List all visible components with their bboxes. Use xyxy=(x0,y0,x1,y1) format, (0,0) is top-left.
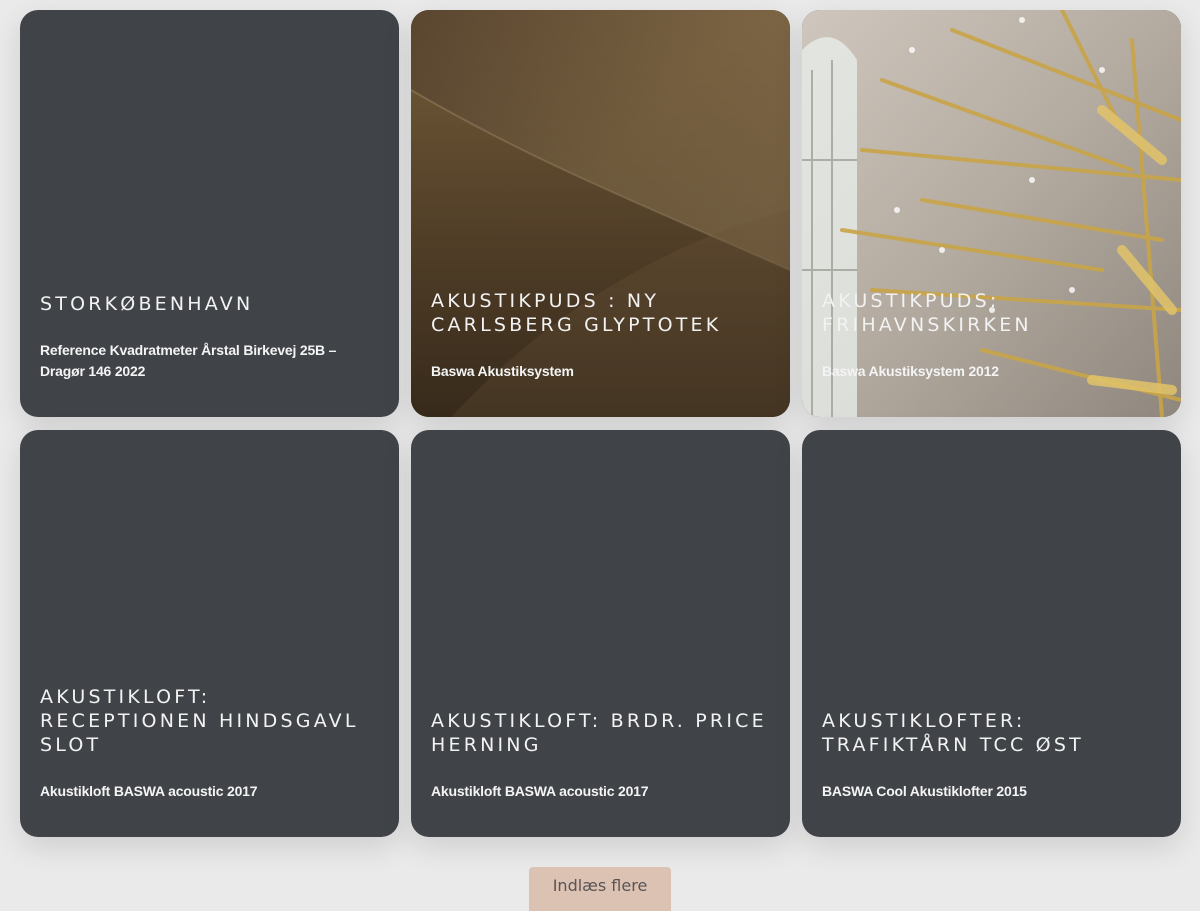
card-subtitle: Baswa Akustiksystem 2012 xyxy=(822,363,999,379)
reference-card[interactable]: Akustikpuds: Frihavnskirken Baswa Akusti… xyxy=(802,10,1181,417)
card-subtitle: BASWA Cool Akustiklofter 2015 xyxy=(822,783,1027,799)
card-content: Akustiklofter: Trafiktårn TCC Øst BASWA … xyxy=(822,709,1161,802)
reference-card[interactable]: Akustikloft: Brdr. Price Herning Akustik… xyxy=(411,430,790,837)
card-title[interactable]: Akustikpuds: Frihavnskirken xyxy=(822,289,1161,337)
card-title[interactable]: Storkøbenhavn xyxy=(40,292,379,316)
card-subtitle: Akustikloft BASWA acoustic 2017 xyxy=(431,783,649,799)
card-subtitle: Reference Kvadratmeter Årstal Birkevej 2… xyxy=(40,342,337,379)
reference-card[interactable]: Storkøbenhavn Reference Kvadratmeter Års… xyxy=(20,10,399,417)
card-title[interactable]: Akustikloft: Receptionen Hindsgavl Slot xyxy=(40,685,379,757)
card-title[interactable]: Akustikpuds : Ny Carlsberg Glyptotek xyxy=(431,289,770,337)
card-content: Akustikloft: Receptionen Hindsgavl Slot … xyxy=(40,685,379,802)
load-more-button[interactable]: Indlæs flere xyxy=(529,867,671,911)
card-content: Akustikloft: Brdr. Price Herning Akustik… xyxy=(431,709,770,802)
card-title[interactable]: Akustiklofter: Trafiktårn TCC Øst xyxy=(822,709,1161,757)
reference-card[interactable]: Akustikpuds : Ny Carlsberg Glyptotek Bas… xyxy=(411,10,790,417)
card-content: Storkøbenhavn Reference Kvadratmeter Års… xyxy=(40,292,379,382)
card-subtitle: Akustikloft BASWA acoustic 2017 xyxy=(40,783,258,799)
reference-grid: Storkøbenhavn Reference Kvadratmeter Års… xyxy=(20,10,1181,837)
card-content: Akustikpuds: Frihavnskirken Baswa Akusti… xyxy=(822,289,1161,382)
card-content: Akustikpuds : Ny Carlsberg Glyptotek Bas… xyxy=(431,289,770,382)
reference-card[interactable]: Akustikloft: Receptionen Hindsgavl Slot … xyxy=(20,430,399,837)
card-subtitle: Baswa Akustiksystem xyxy=(431,363,574,379)
card-title[interactable]: Akustikloft: Brdr. Price Herning xyxy=(431,709,770,757)
reference-card[interactable]: Akustiklofter: Trafiktårn TCC Øst BASWA … xyxy=(802,430,1181,837)
